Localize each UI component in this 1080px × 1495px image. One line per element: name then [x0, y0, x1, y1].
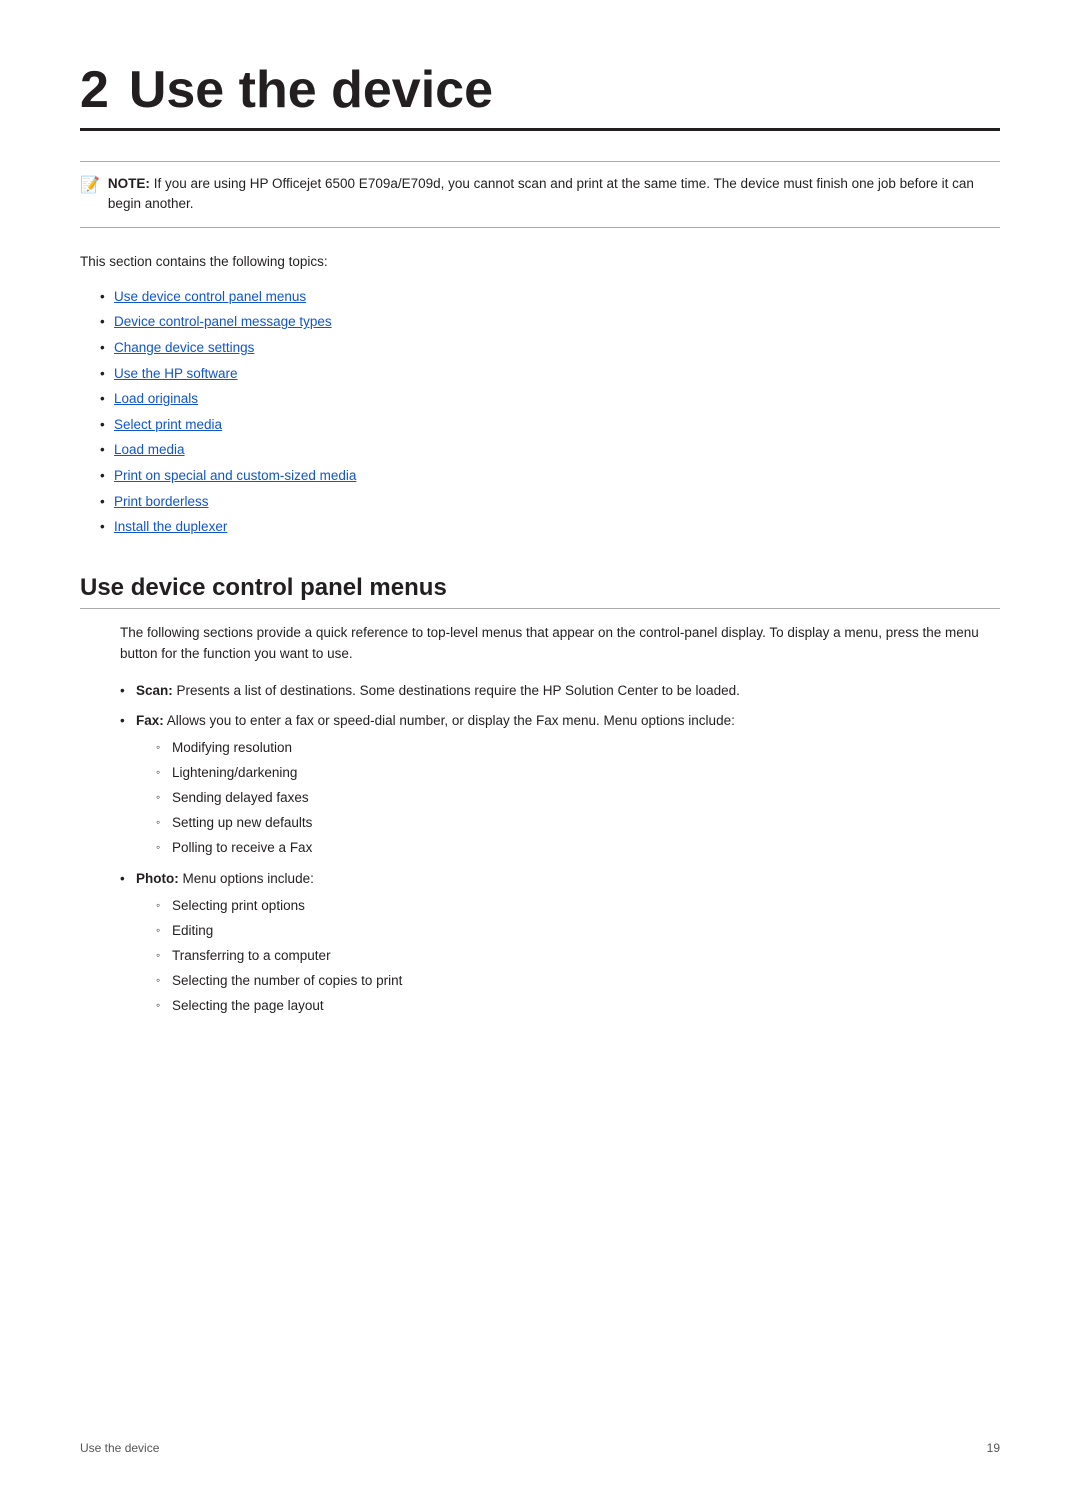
list-item-fax: Fax: Allows you to enter a fax or speed-… — [120, 711, 1000, 859]
list-item: Modifying resolution — [156, 738, 1000, 759]
fax-label: Fax: — [136, 713, 164, 728]
subsection-heading: Use device control panel menus — [80, 574, 1000, 609]
list-item: Load originals — [100, 388, 1000, 410]
topic-link-4[interactable]: Use the HP software — [114, 366, 238, 381]
note-content: NOTE: If you are using HP Officejet 6500… — [108, 174, 1000, 215]
note-text: If you are using HP Officejet 6500 E709a… — [108, 176, 974, 211]
note-box: 📝 NOTE: If you are using HP Officejet 65… — [80, 161, 1000, 228]
list-item: Select print media — [100, 414, 1000, 436]
list-item-scan: Scan: Presents a list of destinations. S… — [120, 681, 1000, 702]
footer-page-number: 19 — [987, 1441, 1000, 1455]
topics-list: Use device control panel menus Device co… — [100, 286, 1000, 538]
topic-link-1[interactable]: Use device control panel menus — [114, 289, 306, 304]
list-item: Install the duplexer — [100, 516, 1000, 538]
list-item: Device control-panel message types — [100, 311, 1000, 333]
list-item: Change device settings — [100, 337, 1000, 359]
list-item: Editing — [156, 921, 1000, 942]
photo-text: Menu options include: — [179, 871, 314, 886]
list-item: Lightening/darkening — [156, 763, 1000, 784]
fax-text: Allows you to enter a fax or speed-dial … — [164, 713, 735, 728]
main-bullets-list: Scan: Presents a list of destinations. S… — [120, 681, 1000, 1017]
topic-link-8[interactable]: Print on special and custom-sized media — [114, 468, 356, 483]
section-intro: This section contains the following topi… — [80, 252, 1000, 272]
list-item: Setting up new defaults — [156, 813, 1000, 834]
chapter-header: 2 Use the device — [80, 60, 1000, 131]
list-item: Print on special and custom-sized media — [100, 465, 1000, 487]
topic-link-5[interactable]: Load originals — [114, 391, 198, 406]
topic-link-3[interactable]: Change device settings — [114, 340, 254, 355]
chapter-title: Use the device — [129, 61, 493, 119]
chapter-number: 2 — [80, 61, 109, 119]
list-item: Sending delayed faxes — [156, 788, 1000, 809]
list-item: Use device control panel menus — [100, 286, 1000, 308]
list-item: Load media — [100, 439, 1000, 461]
list-item: Selecting print options — [156, 896, 1000, 917]
topic-link-9[interactable]: Print borderless — [114, 494, 209, 509]
subsection-body: The following sections provide a quick r… — [120, 623, 1000, 665]
topic-link-2[interactable]: Device control-panel message types — [114, 314, 332, 329]
photo-label: Photo: — [136, 871, 179, 886]
list-item: Selecting the number of copies to print — [156, 971, 1000, 992]
scan-text: Presents a list of destinations. Some de… — [173, 683, 740, 698]
note-icon: 📝 — [80, 175, 100, 195]
list-item: Print borderless — [100, 491, 1000, 513]
list-item: Selecting the page layout — [156, 996, 1000, 1017]
note-label: NOTE: — [108, 176, 150, 191]
photo-subitems: Selecting print options Editing Transfer… — [156, 896, 1000, 1017]
footer-left-text: Use the device — [80, 1441, 159, 1455]
list-item: Polling to receive a Fax — [156, 838, 1000, 859]
list-item: Transferring to a computer — [156, 946, 1000, 967]
list-item-photo: Photo: Menu options include: Selecting p… — [120, 869, 1000, 1017]
fax-subitems: Modifying resolution Lightening/darkenin… — [156, 738, 1000, 859]
topic-link-6[interactable]: Select print media — [114, 417, 222, 432]
page-footer: Use the device 19 — [80, 1441, 1000, 1455]
topic-link-7[interactable]: Load media — [114, 442, 185, 457]
list-item: Use the HP software — [100, 363, 1000, 385]
scan-label: Scan: — [136, 683, 173, 698]
topic-link-10[interactable]: Install the duplexer — [114, 519, 227, 534]
